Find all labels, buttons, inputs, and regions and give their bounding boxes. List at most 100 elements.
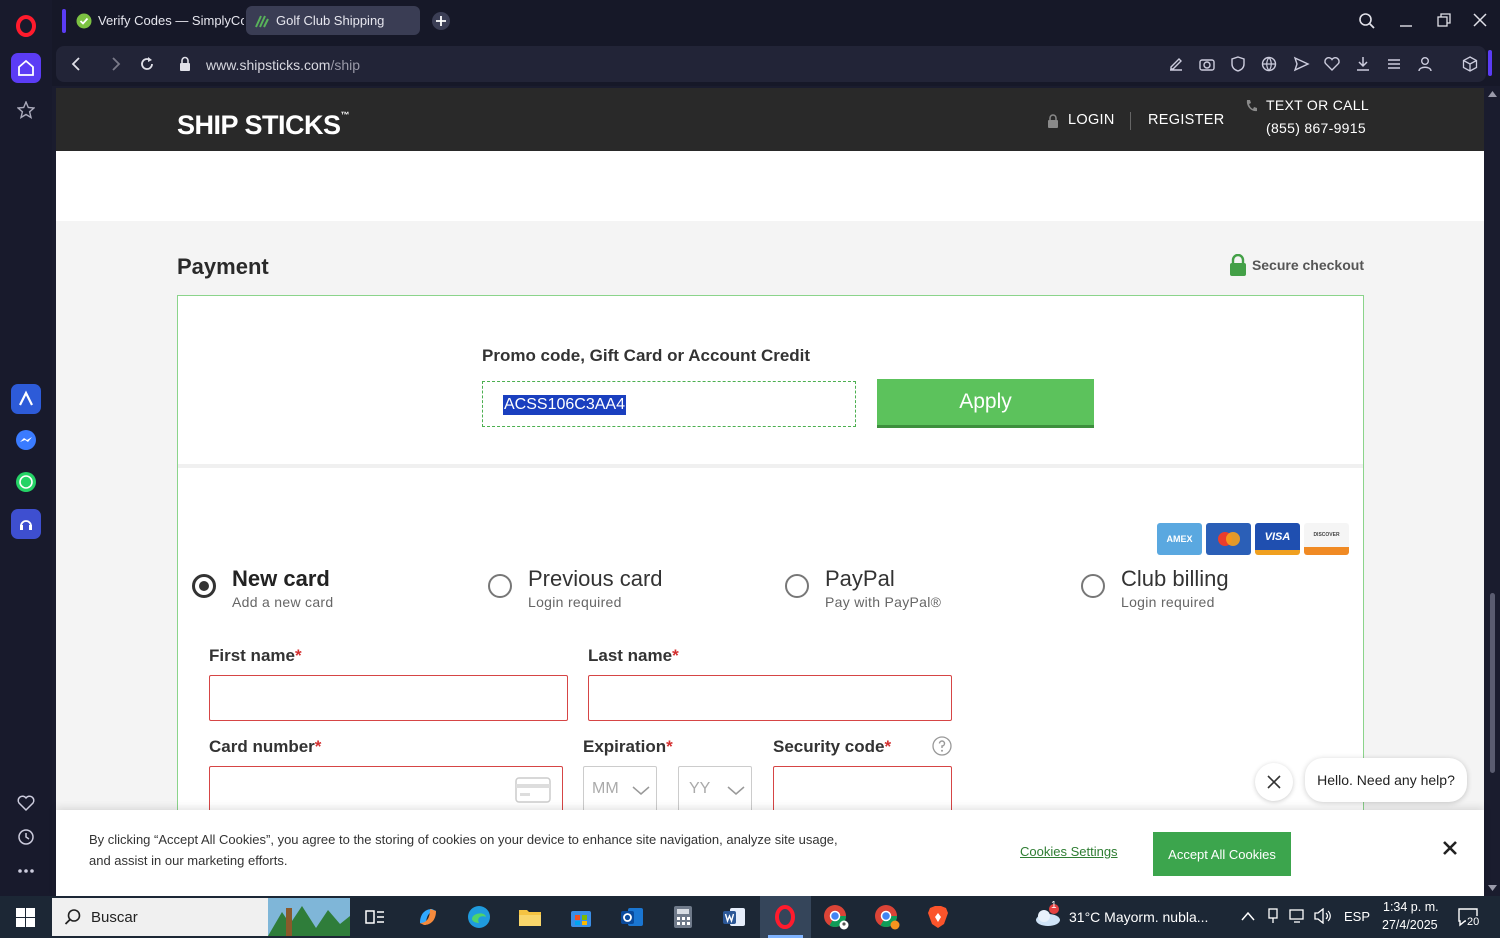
chat-bubble[interactable]: Hello. Need any help? bbox=[1305, 758, 1467, 802]
login-link[interactable]: LOGIN bbox=[1068, 112, 1115, 128]
option-previous-card[interactable]: Previous card Login required bbox=[488, 566, 663, 610]
tab-strip: Verify Codes — SimplyCodes Golf Club Shi… bbox=[52, 0, 1500, 42]
profile-icon[interactable] bbox=[1416, 55, 1434, 73]
url-text[interactable]: www.shipsticks.com/ship bbox=[206, 57, 360, 73]
opera-logo-icon[interactable] bbox=[11, 11, 41, 41]
help-icon[interactable] bbox=[932, 736, 952, 756]
close-icon bbox=[1267, 775, 1281, 789]
expiration-month-select[interactable]: MM bbox=[583, 766, 657, 812]
edge-icon[interactable] bbox=[462, 900, 496, 934]
weather-text[interactable]: 31°C Mayorm. nubla... bbox=[1069, 909, 1208, 925]
chat-dismiss-button[interactable] bbox=[1255, 763, 1293, 801]
radio-icon[interactable] bbox=[488, 574, 512, 598]
close-window-icon[interactable] bbox=[1472, 12, 1488, 28]
radio-icon[interactable] bbox=[1081, 574, 1105, 598]
tab-golf-club-shipping[interactable]: Golf Club Shipping bbox=[246, 6, 420, 35]
file-explorer-icon[interactable] bbox=[513, 900, 547, 934]
accept-cookies-button[interactable]: Accept All Cookies bbox=[1153, 832, 1291, 876]
cookie-settings-link[interactable]: Cookies Settings bbox=[1020, 844, 1118, 859]
aria-ai-icon[interactable] bbox=[11, 384, 41, 414]
sidebar-accent bbox=[1488, 50, 1492, 76]
bookmarks-icon[interactable] bbox=[11, 95, 41, 125]
copilot-icon[interactable] bbox=[411, 900, 445, 934]
adblock-shield-icon[interactable] bbox=[1229, 55, 1247, 73]
close-icon[interactable] bbox=[1440, 838, 1460, 858]
new-tab-button[interactable] bbox=[432, 12, 450, 30]
word-icon[interactable] bbox=[717, 900, 751, 934]
history-icon[interactable] bbox=[11, 822, 41, 852]
option-paypal[interactable]: PayPal Pay with PayPal® bbox=[785, 566, 941, 610]
discover-icon: DISCOVER bbox=[1304, 523, 1349, 555]
taskbar-search-box[interactable]: Buscar bbox=[52, 898, 350, 936]
shipsticks-favicon-icon bbox=[255, 15, 269, 27]
windows-start-icon[interactable] bbox=[16, 908, 35, 927]
required-mark: * bbox=[294, 646, 302, 665]
scroll-thumb[interactable] bbox=[1490, 593, 1495, 773]
address-bar[interactable]: www.shipsticks.com/ship bbox=[56, 46, 1486, 82]
site-header: SHIP STICKS™ LOGIN REGISTER TEXT OR CALL… bbox=[56, 88, 1484, 151]
chrome-profile-1-icon[interactable] bbox=[819, 900, 853, 934]
promo-code-input[interactable]: ACSS106C3AA4 bbox=[482, 381, 856, 427]
option-club-billing[interactable]: Club billing Login required bbox=[1081, 566, 1229, 610]
language-indicator[interactable]: ESP bbox=[1344, 909, 1370, 924]
shipsticks-logo[interactable]: SHIP STICKS™ bbox=[177, 110, 350, 141]
minimize-icon[interactable] bbox=[1398, 12, 1414, 28]
outlook-icon[interactable] bbox=[615, 900, 649, 934]
tray-chevron-up-icon[interactable] bbox=[1241, 911, 1255, 921]
heart-icon[interactable] bbox=[1323, 55, 1341, 73]
microsoft-store-icon[interactable] bbox=[564, 900, 598, 934]
label-text: First name bbox=[209, 646, 295, 665]
lock-icon[interactable] bbox=[176, 55, 194, 73]
apply-button[interactable]: Apply bbox=[877, 379, 1094, 428]
scroll-up-icon[interactable] bbox=[1488, 91, 1497, 97]
more-icon[interactable] bbox=[11, 856, 41, 886]
send-icon[interactable] bbox=[1292, 55, 1310, 73]
weather-icon[interactable] bbox=[1034, 904, 1064, 928]
required-mark: * bbox=[314, 737, 322, 756]
volume-icon[interactable] bbox=[1313, 908, 1333, 924]
plus-icon bbox=[436, 16, 446, 26]
last-name-input[interactable] bbox=[588, 675, 952, 721]
camera-icon[interactable] bbox=[1198, 55, 1216, 73]
forward-icon[interactable] bbox=[106, 55, 124, 73]
extensions-cube-icon[interactable] bbox=[1461, 55, 1479, 73]
edit-icon[interactable] bbox=[1167, 55, 1185, 73]
clock-time[interactable]: 1:34 p. m. bbox=[1383, 900, 1439, 914]
opera-taskbar-active[interactable] bbox=[760, 896, 811, 938]
chrome-profile-2-icon[interactable] bbox=[870, 900, 904, 934]
restore-icon[interactable] bbox=[1436, 12, 1452, 28]
home-icon[interactable] bbox=[11, 53, 41, 83]
brave-icon[interactable] bbox=[921, 900, 955, 934]
page-scrollbar[interactable] bbox=[1485, 88, 1500, 896]
calculator-icon[interactable] bbox=[666, 900, 700, 934]
security-code-input[interactable] bbox=[773, 766, 952, 812]
easy-setup-icon[interactable] bbox=[1385, 55, 1403, 73]
phone-number[interactable]: (855) 867-9915 bbox=[1266, 120, 1366, 136]
first-name-input[interactable] bbox=[209, 675, 568, 721]
scroll-down-icon[interactable] bbox=[1488, 885, 1497, 891]
download-icon[interactable] bbox=[1354, 55, 1372, 73]
expiration-year-select[interactable]: YY bbox=[678, 766, 752, 812]
favorites-icon[interactable] bbox=[11, 788, 41, 818]
task-view-icon[interactable] bbox=[358, 900, 392, 934]
network-icon[interactable] bbox=[1289, 908, 1307, 924]
whatsapp-icon[interactable] bbox=[11, 467, 41, 497]
clock-date[interactable]: 27/4/2025 bbox=[1382, 918, 1438, 932]
card-number-input[interactable] bbox=[209, 766, 563, 816]
search-tabs-icon[interactable] bbox=[1358, 12, 1376, 30]
radio-selected-icon[interactable] bbox=[192, 574, 216, 598]
reload-icon[interactable] bbox=[138, 55, 156, 73]
option-new-card[interactable]: New card Add a new card bbox=[192, 566, 333, 610]
messenger-icon[interactable] bbox=[11, 425, 41, 455]
vpn-globe-icon[interactable] bbox=[1260, 55, 1278, 73]
radio-icon[interactable] bbox=[785, 574, 809, 598]
option-title: Previous card bbox=[528, 566, 663, 591]
register-link[interactable]: REGISTER bbox=[1148, 112, 1225, 128]
music-player-icon[interactable] bbox=[11, 509, 41, 539]
card-brand-logos: AMEX VISA DISCOVER bbox=[1157, 523, 1349, 555]
chevron-down-icon bbox=[632, 786, 650, 795]
usb-icon[interactable] bbox=[1266, 908, 1280, 924]
back-icon[interactable] bbox=[68, 55, 86, 73]
notification-count: 20 bbox=[1466, 916, 1481, 928]
tab-verify-codes[interactable]: Verify Codes — SimplyCodes bbox=[68, 6, 244, 35]
